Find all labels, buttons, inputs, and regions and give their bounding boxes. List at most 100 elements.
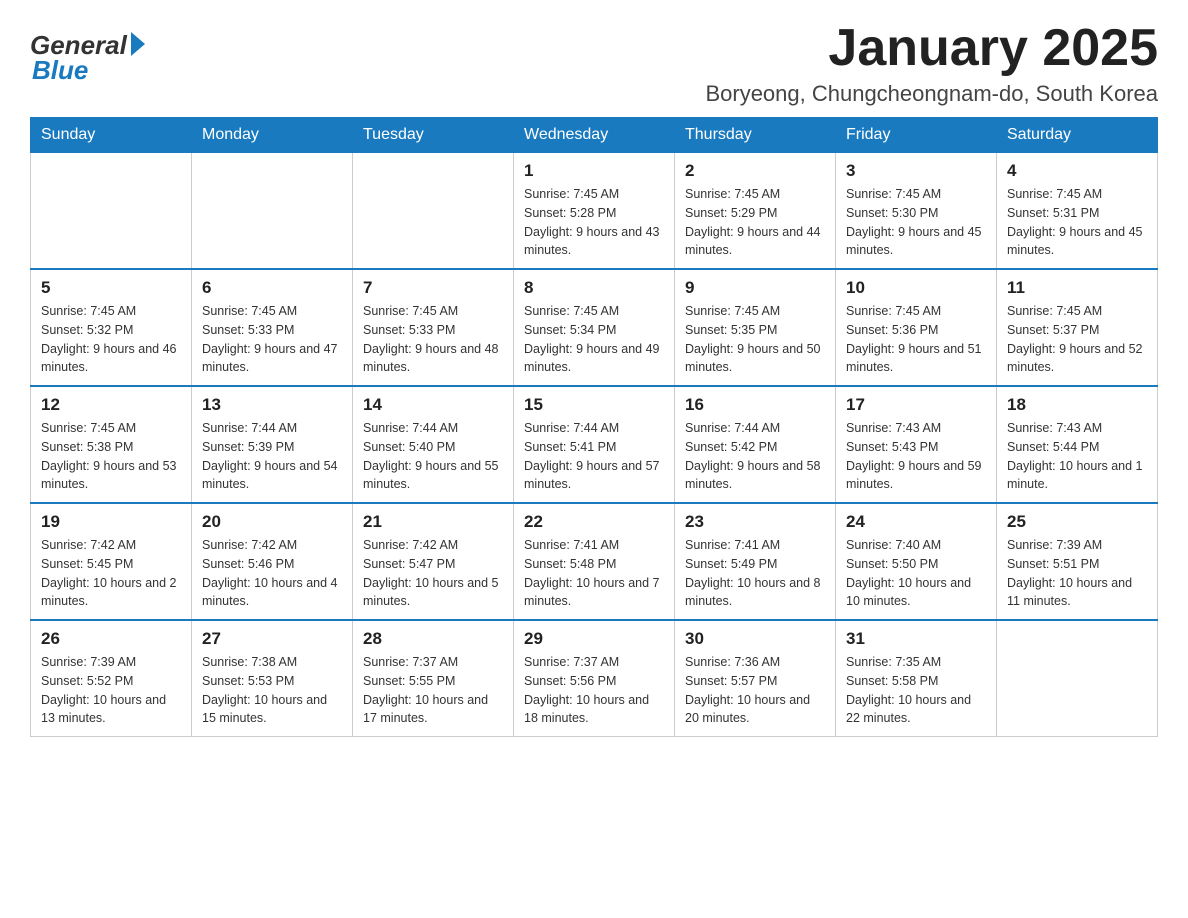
day-number: 15 (524, 395, 664, 415)
calendar-cell: 9 Sunrise: 7:45 AM Sunset: 5:35 PM Daylig… (675, 269, 836, 386)
calendar-cell (192, 153, 353, 270)
day-info: Sunrise: 7:40 AM Sunset: 5:50 PM Dayligh… (846, 536, 986, 611)
week-row-2: 5 Sunrise: 7:45 AM Sunset: 5:32 PM Daylig… (31, 269, 1158, 386)
day-info: Sunrise: 7:45 AM Sunset: 5:30 PM Dayligh… (846, 185, 986, 260)
day-number: 1 (524, 161, 664, 181)
calendar-cell: 29 Sunrise: 7:37 AM Sunset: 5:56 PM Dayli… (514, 620, 675, 737)
day-number: 14 (363, 395, 503, 415)
calendar-cell: 17 Sunrise: 7:43 AM Sunset: 5:43 PM Dayli… (836, 386, 997, 503)
weekday-header-thursday: Thursday (675, 118, 836, 153)
day-number: 30 (685, 629, 825, 649)
calendar-cell (997, 620, 1158, 737)
title-section: January 2025 Boryeong, Chungcheongnam-do… (705, 20, 1158, 107)
calendar-cell: 20Sunrise: 7:42 AM Sunset: 5:46 PM Dayli… (192, 503, 353, 620)
day-info: Sunrise: 7:42 AM Sunset: 5:46 PM Dayligh… (202, 536, 342, 611)
calendar-cell: 26 Sunrise: 7:39 AM Sunset: 5:52 PM Dayli… (31, 620, 192, 737)
day-number: 23 (685, 512, 825, 532)
month-title: January 2025 (705, 20, 1158, 77)
calendar-cell: 13 Sunrise: 7:44 AM Sunset: 5:39 PM Dayli… (192, 386, 353, 503)
day-info: Sunrise: 7:36 AM Sunset: 5:57 PM Dayligh… (685, 653, 825, 728)
day-number: 27 (202, 629, 342, 649)
calendar-cell: 8Sunrise: 7:45 AM Sunset: 5:34 PM Daylig… (514, 269, 675, 386)
weekday-header-monday: Monday (192, 118, 353, 153)
day-info: Sunrise: 7:43 AM Sunset: 5:43 PM Dayligh… (846, 419, 986, 494)
day-info: Sunrise: 7:45 AM Sunset: 5:38 PM Dayligh… (41, 419, 181, 494)
weekday-header-row: SundayMondayTuesdayWednesdayThursdayFrid… (31, 118, 1158, 153)
day-number: 13 (202, 395, 342, 415)
day-number: 31 (846, 629, 986, 649)
day-number: 2 (685, 161, 825, 181)
calendar-cell: 19Sunrise: 7:42 AM Sunset: 5:45 PM Dayli… (31, 503, 192, 620)
day-info: Sunrise: 7:45 AM Sunset: 5:33 PM Dayligh… (363, 302, 503, 377)
day-info: Sunrise: 7:42 AM Sunset: 5:45 PM Dayligh… (41, 536, 181, 611)
week-row-4: 19Sunrise: 7:42 AM Sunset: 5:45 PM Dayli… (31, 503, 1158, 620)
day-info: Sunrise: 7:41 AM Sunset: 5:49 PM Dayligh… (685, 536, 825, 611)
day-info: Sunrise: 7:37 AM Sunset: 5:55 PM Dayligh… (363, 653, 503, 728)
calendar-table: SundayMondayTuesdayWednesdayThursdayFrid… (30, 117, 1158, 737)
day-number: 28 (363, 629, 503, 649)
calendar-cell: 30 Sunrise: 7:36 AM Sunset: 5:57 PM Dayli… (675, 620, 836, 737)
calendar-cell: 18 Sunrise: 7:43 AM Sunset: 5:44 PM Dayli… (997, 386, 1158, 503)
calendar-cell: 21Sunrise: 7:42 AM Sunset: 5:47 PM Dayli… (353, 503, 514, 620)
week-row-5: 26 Sunrise: 7:39 AM Sunset: 5:52 PM Dayli… (31, 620, 1158, 737)
day-number: 12 (41, 395, 181, 415)
day-number: 17 (846, 395, 986, 415)
calendar-cell: 28 Sunrise: 7:37 AM Sunset: 5:55 PM Dayli… (353, 620, 514, 737)
day-number: 3 (846, 161, 986, 181)
day-info: Sunrise: 7:45 AM Sunset: 5:36 PM Dayligh… (846, 302, 986, 377)
day-number: 5 (41, 278, 181, 298)
weekday-header-saturday: Saturday (997, 118, 1158, 153)
day-number: 11 (1007, 278, 1147, 298)
day-info: Sunrise: 7:44 AM Sunset: 5:39 PM Dayligh… (202, 419, 342, 494)
calendar-cell: 24 Sunrise: 7:40 AM Sunset: 5:50 PM Dayli… (836, 503, 997, 620)
day-info: Sunrise: 7:39 AM Sunset: 5:52 PM Dayligh… (41, 653, 181, 728)
day-info: Sunrise: 7:44 AM Sunset: 5:41 PM Dayligh… (524, 419, 664, 494)
calendar-cell: 25 Sunrise: 7:39 AM Sunset: 5:51 PM Dayli… (997, 503, 1158, 620)
week-row-3: 12 Sunrise: 7:45 AM Sunset: 5:38 PM Dayli… (31, 386, 1158, 503)
calendar-cell: 22 Sunrise: 7:41 AM Sunset: 5:48 PM Dayli… (514, 503, 675, 620)
day-info: Sunrise: 7:45 AM Sunset: 5:29 PM Dayligh… (685, 185, 825, 260)
calendar-cell: 31Sunrise: 7:35 AM Sunset: 5:58 PM Dayli… (836, 620, 997, 737)
day-info: Sunrise: 7:43 AM Sunset: 5:44 PM Dayligh… (1007, 419, 1147, 494)
day-info: Sunrise: 7:41 AM Sunset: 5:48 PM Dayligh… (524, 536, 664, 611)
calendar-cell: 3 Sunrise: 7:45 AM Sunset: 5:30 PM Daylig… (836, 153, 997, 270)
calendar-cell: 7 Sunrise: 7:45 AM Sunset: 5:33 PM Daylig… (353, 269, 514, 386)
day-info: Sunrise: 7:45 AM Sunset: 5:28 PM Dayligh… (524, 185, 664, 260)
day-number: 22 (524, 512, 664, 532)
day-number: 16 (685, 395, 825, 415)
weekday-header-friday: Friday (836, 118, 997, 153)
day-info: Sunrise: 7:45 AM Sunset: 5:37 PM Dayligh… (1007, 302, 1147, 377)
day-info: Sunrise: 7:37 AM Sunset: 5:56 PM Dayligh… (524, 653, 664, 728)
logo: General Blue (30, 30, 145, 86)
day-info: Sunrise: 7:44 AM Sunset: 5:42 PM Dayligh… (685, 419, 825, 494)
calendar-cell: 15 Sunrise: 7:44 AM Sunset: 5:41 PM Dayli… (514, 386, 675, 503)
day-info: Sunrise: 7:39 AM Sunset: 5:51 PM Dayligh… (1007, 536, 1147, 611)
day-info: Sunrise: 7:38 AM Sunset: 5:53 PM Dayligh… (202, 653, 342, 728)
day-number: 26 (41, 629, 181, 649)
day-info: Sunrise: 7:45 AM Sunset: 5:34 PM Dayligh… (524, 302, 664, 377)
day-info: Sunrise: 7:45 AM Sunset: 5:32 PM Dayligh… (41, 302, 181, 377)
calendar-cell: 6 Sunrise: 7:45 AM Sunset: 5:33 PM Daylig… (192, 269, 353, 386)
calendar-cell (353, 153, 514, 270)
calendar-cell: 23 Sunrise: 7:41 AM Sunset: 5:49 PM Dayli… (675, 503, 836, 620)
day-number: 24 (846, 512, 986, 532)
day-number: 25 (1007, 512, 1147, 532)
day-number: 4 (1007, 161, 1147, 181)
day-number: 18 (1007, 395, 1147, 415)
calendar-cell: 4Sunrise: 7:45 AM Sunset: 5:31 PM Daylig… (997, 153, 1158, 270)
day-number: 9 (685, 278, 825, 298)
day-number: 7 (363, 278, 503, 298)
day-number: 29 (524, 629, 664, 649)
week-row-1: 1 Sunrise: 7:45 AM Sunset: 5:28 PM Daylig… (31, 153, 1158, 270)
calendar-cell: 12 Sunrise: 7:45 AM Sunset: 5:38 PM Dayli… (31, 386, 192, 503)
calendar-cell: 1 Sunrise: 7:45 AM Sunset: 5:28 PM Daylig… (514, 153, 675, 270)
calendar-cell: 16 Sunrise: 7:44 AM Sunset: 5:42 PM Dayli… (675, 386, 836, 503)
location-title: Boryeong, Chungcheongnam-do, South Korea (705, 81, 1158, 107)
day-info: Sunrise: 7:45 AM Sunset: 5:35 PM Dayligh… (685, 302, 825, 377)
calendar-cell: 11 Sunrise: 7:45 AM Sunset: 5:37 PM Dayli… (997, 269, 1158, 386)
calendar-cell: 27 Sunrise: 7:38 AM Sunset: 5:53 PM Dayli… (192, 620, 353, 737)
calendar-cell: 10Sunrise: 7:45 AM Sunset: 5:36 PM Dayli… (836, 269, 997, 386)
day-info: Sunrise: 7:44 AM Sunset: 5:40 PM Dayligh… (363, 419, 503, 494)
day-number: 6 (202, 278, 342, 298)
day-info: Sunrise: 7:45 AM Sunset: 5:33 PM Dayligh… (202, 302, 342, 377)
